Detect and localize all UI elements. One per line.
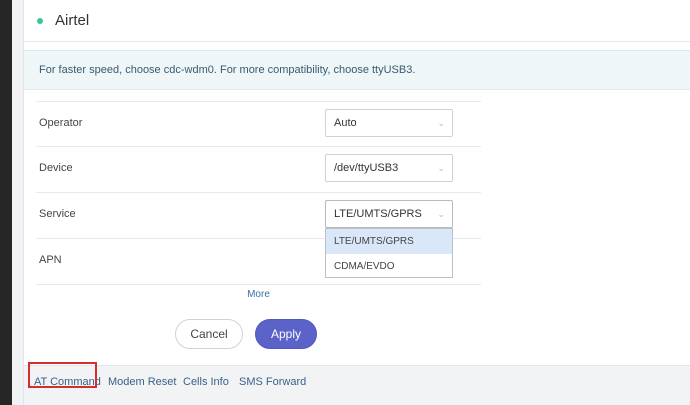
divider	[36, 284, 481, 285]
service-dropdown: LTE/UMTS/GPRS CDMA/EVDO	[325, 228, 453, 278]
form-row-device: Device /dev/ttyUSB3 ⌄	[36, 147, 481, 193]
dropdown-option-lte[interactable]: LTE/UMTS/GPRS	[326, 229, 452, 254]
device-value: /dev/ttyUSB3	[334, 162, 399, 174]
modem-panel: Airtel For faster speed, choose cdc-wdm0…	[23, 0, 690, 405]
tab-cells-info[interactable]: Cells Info	[183, 376, 229, 388]
chevron-down-icon: ⌄	[437, 209, 445, 219]
operator-select[interactable]: Auto ⌄	[325, 109, 453, 137]
device-select[interactable]: /dev/ttyUSB3 ⌄	[325, 154, 453, 182]
device-label: Device	[39, 162, 73, 174]
operator-value: Auto	[334, 117, 357, 129]
status-dot-icon	[37, 17, 43, 24]
panel-header: Airtel	[24, 0, 690, 42]
at-command-highlight	[28, 362, 97, 388]
dropdown-option-cdma[interactable]: CDMA/EVDO	[326, 254, 452, 279]
tab-modem-reset[interactable]: Modem Reset	[108, 376, 176, 388]
service-value: LTE/UMTS/GPRS	[334, 208, 422, 220]
left-sidebar	[0, 0, 12, 405]
panel-title: Airtel	[55, 12, 90, 29]
chevron-down-icon: ⌄	[437, 118, 445, 128]
service-select[interactable]: LTE/UMTS/GPRS ⌄	[325, 200, 453, 228]
tab-sms-forward[interactable]: SMS Forward	[239, 376, 306, 388]
apply-button[interactable]: Apply	[255, 319, 317, 349]
more-link[interactable]: More	[36, 289, 481, 300]
operator-label: Operator	[39, 117, 83, 129]
cancel-button[interactable]: Cancel	[175, 319, 243, 349]
tool-tabs: AT Command Modem Reset Cells Info SMS Fo…	[24, 365, 690, 405]
page-gutter	[12, 0, 23, 405]
info-notice: For faster speed, choose cdc-wdm0. For m…	[24, 50, 690, 90]
service-label: Service	[39, 208, 76, 220]
chevron-down-icon: ⌄	[437, 163, 445, 173]
form-row-operator: Operator Auto ⌄	[36, 101, 481, 147]
apn-label: APN	[39, 254, 62, 266]
